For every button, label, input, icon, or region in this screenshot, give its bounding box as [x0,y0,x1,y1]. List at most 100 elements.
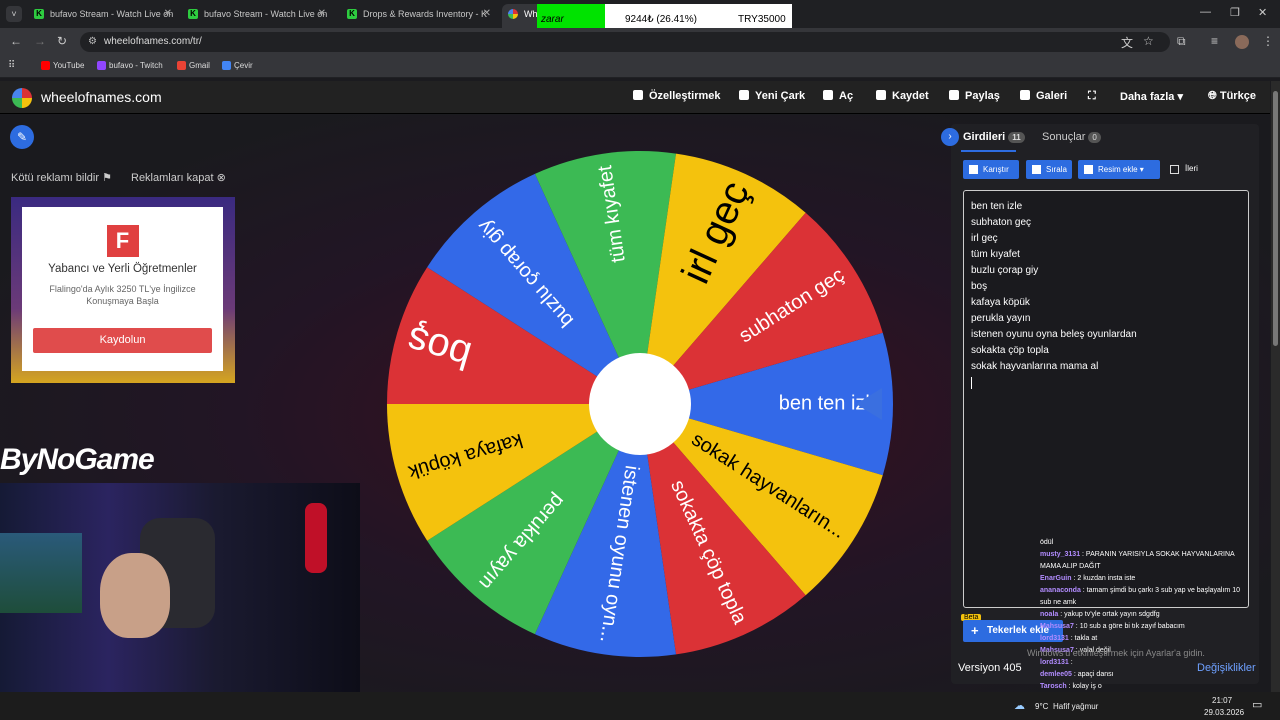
minimize-icon[interactable]: — [1200,6,1211,18]
url-input[interactable]: ⚙ wheelofnames.com/tr/ [80,32,1170,52]
shuffle-icon [969,165,978,174]
forward-icon[interactable]: → [34,34,46,48]
kick-favicon-icon: K [347,9,357,19]
extensions-icon[interactable]: ⧉ [1177,34,1186,49]
weather-temp[interactable]: 9°C [1035,702,1048,711]
webcam-monitor [0,533,82,613]
bookmark-translate[interactable]: Çevir [222,61,253,70]
scrollbar-thumb[interactable] [1273,91,1278,346]
report-ad-link[interactable]: Kötü reklamı bildir ⚑ [11,171,112,184]
apps-grid-icon[interactable]: ⠿ [8,60,15,71]
menu-open[interactable]: Aç [823,90,853,102]
folder-icon [823,90,833,100]
webcam-overlay [0,483,360,692]
bookmark-twitch[interactable]: bufavo - Twitch [97,61,163,70]
notification-icon[interactable]: ▭ [1252,698,1262,711]
menu-gallery[interactable]: Galeri [1020,90,1067,102]
chat-text: MAMA ALIP DAĞIT [1040,563,1101,570]
add-image-button[interactable]: Resim ekle ▾ [1078,160,1160,179]
tab-entries[interactable]: Girdileri 11 [963,131,1025,143]
chat-username: Tarosch [1040,683,1067,690]
edit-pencil-icon[interactable]: ✎ [10,125,34,149]
close-tab-icon[interactable]: ✕ [164,4,172,24]
bookmark-star-icon[interactable]: ☆ [1143,34,1154,48]
entry-line: boş [971,281,988,292]
chat-message: lord3131 : takla at [1040,633,1275,645]
close-ads-link[interactable]: Reklamları kapat ⊗ [131,171,226,184]
browser-tab[interactable]: Kbufavo Stream - Watch Live on ✕ [28,4,178,28]
twitch-icon [97,61,106,70]
text-cursor [971,377,972,389]
chat-text: : 2 kuzdan insta iste [1071,575,1136,582]
chat-text: : 10 sub a göre bi tık zayıf babacım [1073,623,1185,630]
entry-line: perukla yayın [971,313,1031,324]
collapse-panel-icon[interactable]: › [941,128,959,146]
palette-icon [633,90,643,100]
menu-share[interactable]: Paylaş [949,90,1000,102]
chat-username: ananaconda [1040,587,1081,594]
browser-tab[interactable]: Kbufavo Stream - Watch Live on ✕ [182,4,332,28]
windows-activation-watermark: Windows'u etkinleştirmek için Ayarlar'a … [1027,648,1205,658]
menu-icon[interactable]: ⋮ [1262,34,1274,48]
site-info-icon[interactable]: ⚙ [88,32,97,52]
chat-text: : PARANIN YARISIYLA SOKAK HAYVANLARINA [1080,551,1235,558]
browser-tab-active[interactable]: Whe [502,4,542,28]
tab-results[interactable]: Sonuçlar 0 [1042,131,1101,143]
menu-new-wheel[interactable]: Yeni Çark [739,90,805,102]
bookmark-youtube[interactable]: YouTube [41,61,84,70]
sort-button[interactable]: Sırala [1026,160,1072,179]
close-tab-icon[interactable]: ✕ [483,4,491,24]
plus-icon: + [971,623,979,638]
image-icon [1084,165,1093,174]
overlay-target: TRY35000 [738,14,786,25]
menu-language[interactable]: 🌐︎ Türkçe [1208,90,1256,103]
chat-username: EnarGuin [1040,575,1072,582]
wheel-favicon-icon [508,9,518,19]
chat-text: : tamam şimdi bu çarkı 3 sub yap ve başl… [1080,587,1240,594]
wheel-center-hub[interactable] [589,353,691,455]
chat-text: sub ne amk [1040,599,1077,606]
advanced-label: İleri [1185,164,1198,173]
wheel-svg[interactable]: ben ten izlesokak hayvanların...sokakta … [384,148,896,660]
ad-card[interactable]: F Yabancı ve Yerli Öğretmenler Flalingo'… [22,207,223,371]
results-count-badge: 0 [1088,132,1101,143]
chat-username: musty_3131 [1040,551,1081,558]
chat-message: EnarGuin : 2 kuzdan insta iste [1040,573,1275,585]
menu-save[interactable]: Kaydet [876,90,929,102]
clock-time[interactable]: 21:07 [1212,696,1232,705]
chat-username: noala [1040,611,1059,618]
advanced-checkbox[interactable] [1170,165,1179,174]
menu-customize[interactable]: Özelleştirmek [633,90,721,102]
profile-avatar[interactable] [1235,35,1249,49]
restore-icon[interactable]: ❐ [1230,6,1240,19]
overlay-value: 9244₺ (26.41%) [625,14,697,25]
menu-more[interactable]: Daha fazla ▾ [1120,90,1183,103]
browser-tab[interactable]: K Drops & Rewards Inventory - K ✕ [341,4,497,28]
entry-line: kafaya köpük [971,297,1030,308]
close-window-icon[interactable]: ✕ [1258,6,1267,19]
translate-icon[interactable]: 文 [1121,34,1133,51]
site-logo-icon[interactable] [12,88,32,108]
bookmark-gmail[interactable]: Gmail [177,61,210,70]
chat-username: lord3131 [1040,635,1069,642]
reload-icon[interactable]: ↻ [57,34,67,48]
weather-icon[interactable]: ☁ [1014,699,1025,712]
gmail-icon [177,61,186,70]
kick-favicon-icon: K [188,9,198,19]
clock-date[interactable]: 29.03.2026 [1204,708,1244,717]
site-logo-text[interactable]: wheelofnames.com [41,89,162,105]
chat-message: ananaconda : tamam şimdi bu çarkı 3 sub … [1040,585,1275,597]
fullscreen-icon[interactable]: ⛶ [1088,90,1096,103]
reading-list-icon[interactable]: ≡ [1211,34,1218,48]
entry-line: sokakta çöp topla [971,345,1049,356]
ad-banner[interactable]: F Yabancı ve Yerli Öğretmenler Flalingo'… [11,197,235,383]
ad-cta-button[interactable]: Kaydolun [33,328,212,353]
chat-message: lord3131 : [1040,657,1275,669]
flag-icon: ⚑ [102,172,112,184]
close-tab-icon[interactable]: ✕ [318,4,326,24]
weather-desc[interactable]: Hafif yağmur [1053,702,1098,711]
tab-list-button[interactable]: ˅ [6,6,22,22]
shuffle-button[interactable]: Karıştır [963,160,1019,179]
back-icon[interactable]: ← [10,34,22,48]
wheel-container[interactable]: ben ten izle sokak hayvanların... sokakta … [384,148,896,660]
